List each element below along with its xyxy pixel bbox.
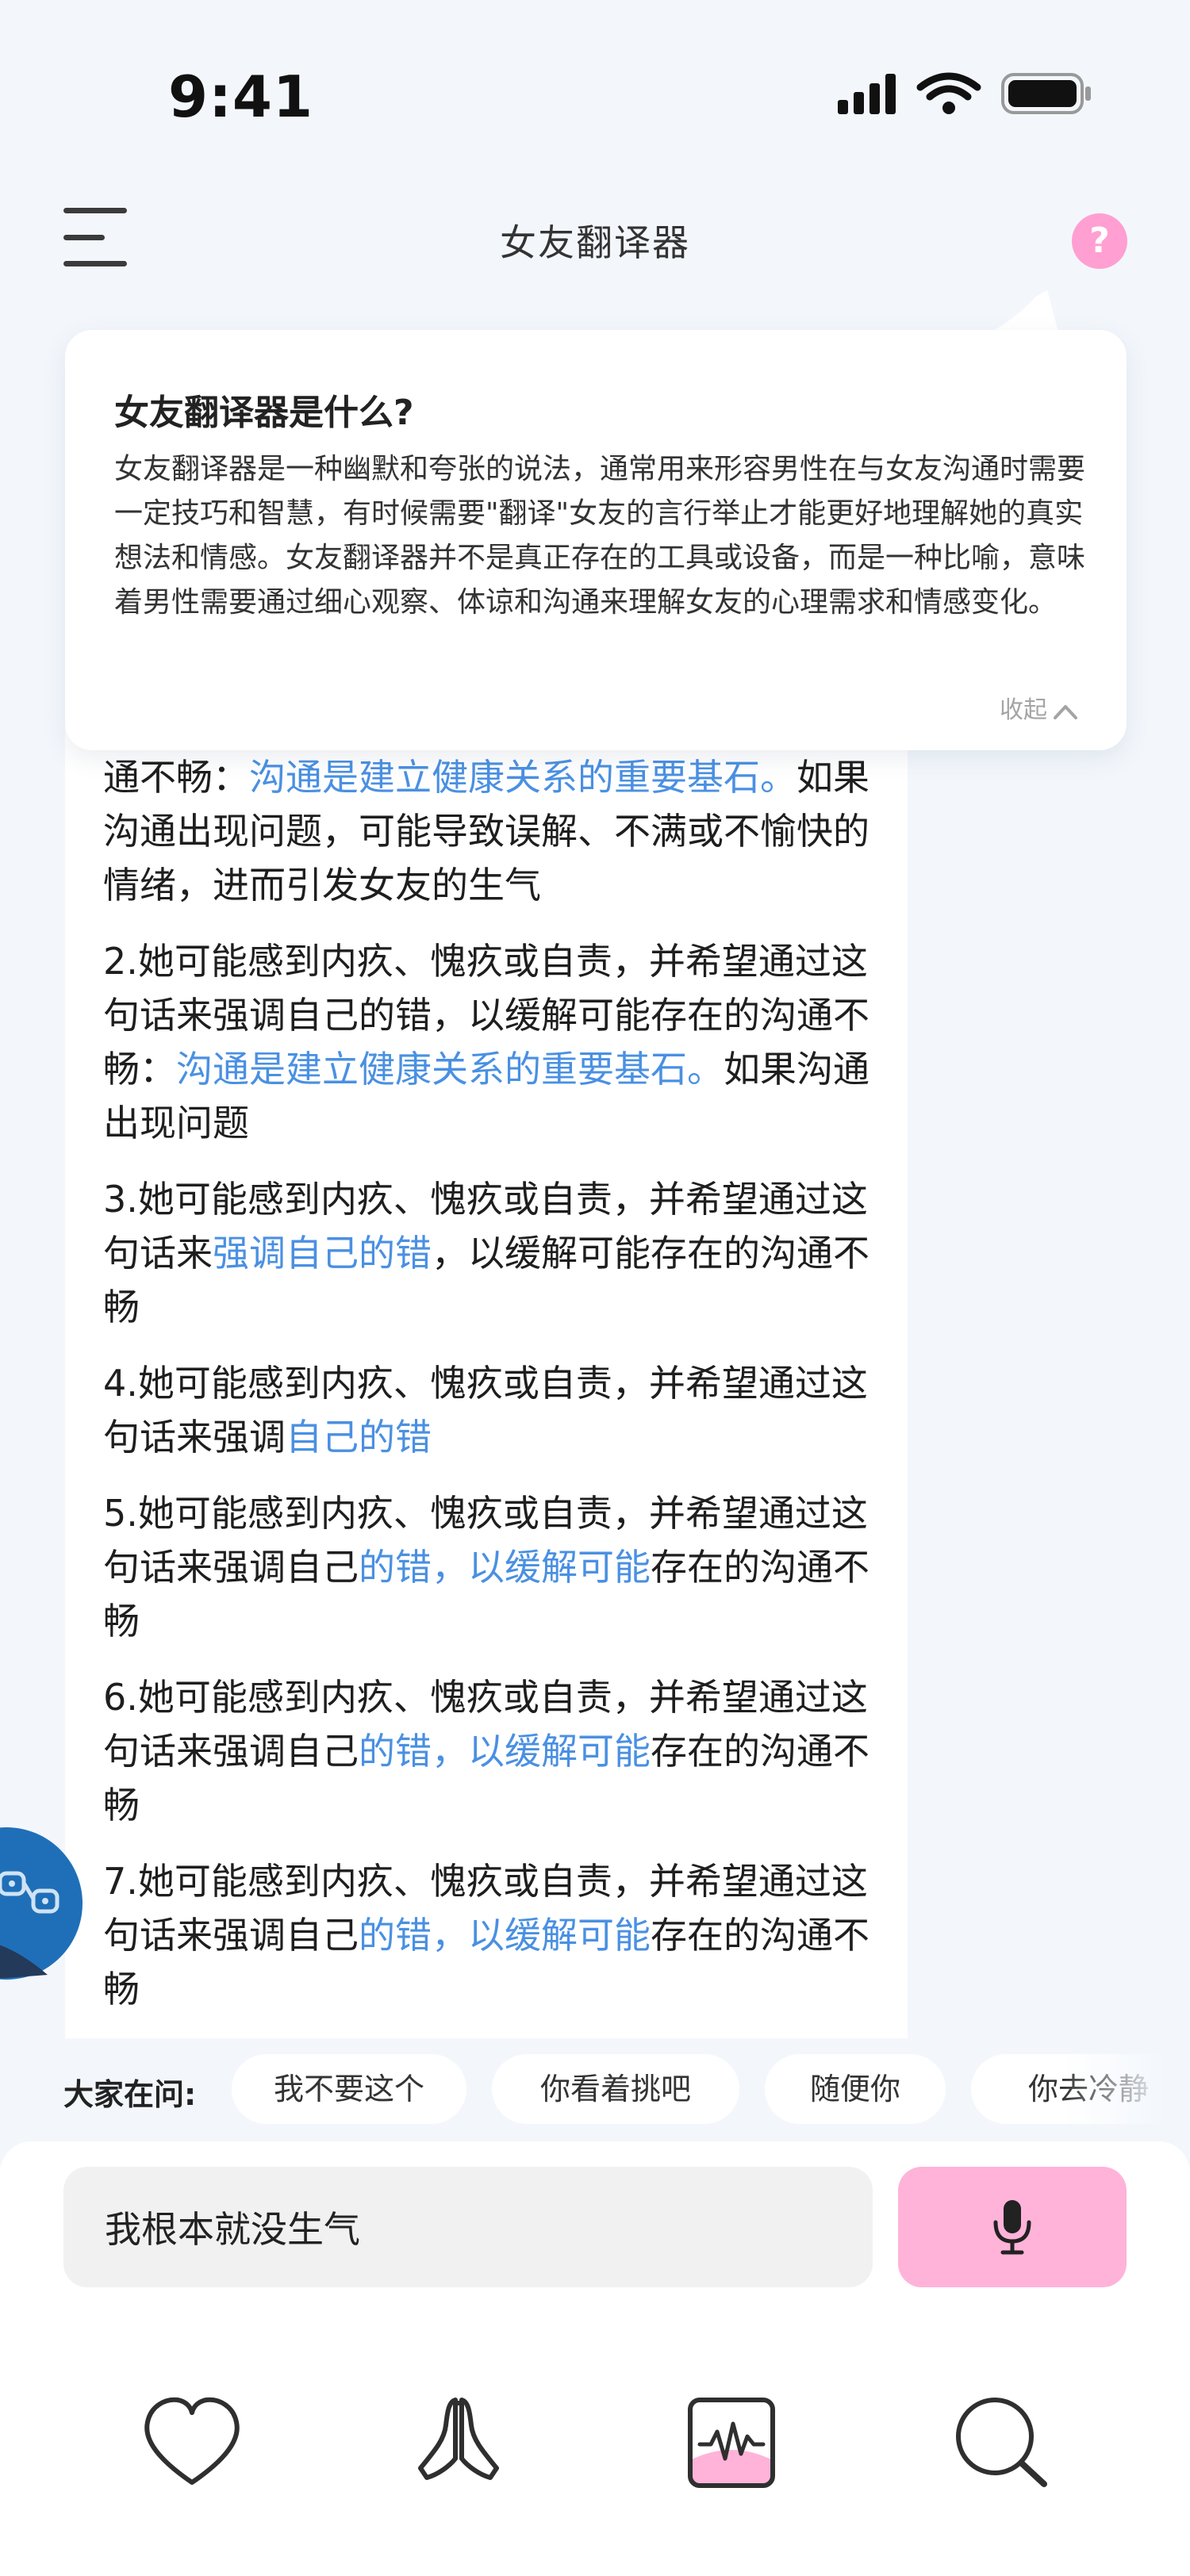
highlight-phrase[interactable]: 的错，以缓解可能 [359, 1730, 651, 1773]
highlight-phrase[interactable]: 沟通是建立健康关系的重要基石。 [249, 756, 797, 799]
voice-button[interactable] [898, 2167, 1127, 2287]
tab-favorites[interactable] [136, 2387, 248, 2498]
avatar[interactable] [0, 1824, 86, 1983]
menu-line [63, 208, 127, 213]
answer-paragraph: 3.她可能感到内疚、愧疚或自责，并希望通过这句话来强调自己的错，以缓解可能存在的… [103, 1178, 869, 1328]
tab-pray[interactable] [403, 2387, 514, 2498]
answer-paragraph: 5.她可能感到内疚、愧疚或自责，并希望通过这句话来强调自己的错，以缓解可能存在的… [103, 1492, 869, 1643]
signal-icon [838, 72, 1091, 114]
app-screen: 9:41 女友翻译器 ? 通不畅：沟通是建立健康关系的重要基石。如果沟通出现问题… [0, 0, 1190, 2576]
help-button[interactable]: ? [1072, 213, 1127, 269]
answer-paragraph: 通不畅：沟通是建立健康关系的重要基石。如果沟通出现问题，可能导致误解、不满或不愉… [103, 756, 869, 907]
answer-paragraph: 2.她可能感到内疚、愧疚或自责，并希望通过这句话来强调自己的错，以缓解可能存在的… [103, 940, 869, 1144]
suggestion-chip[interactable]: 随便你 [765, 2054, 946, 2124]
highlight-phrase[interactable]: 的错，以缓解可能 [359, 1914, 651, 1957]
status-time: 9:41 [168, 63, 314, 130]
answer-paragraph: 4.她可能感到内疚、愧疚或自责，并希望通过这句话来强调自己的错 [103, 1362, 868, 1459]
highlight-phrase[interactable]: 强调自己的错 [213, 1232, 432, 1275]
highlight-phrase[interactable]: 自己的错 [286, 1416, 432, 1459]
answer-paragraph: 7.她可能感到内疚、愧疚或自责，并希望通过这句话来强调自己的错，以缓解可能存在的… [103, 1860, 869, 2011]
message-input[interactable] [63, 2167, 873, 2287]
input-panel [0, 2141, 1190, 2576]
highlight-phrase[interactable]: 沟通是建立健康关系的重要基石。 [176, 1048, 724, 1091]
character-avatar-icon [0, 1827, 83, 1980]
suggestions-row: 大家在问: 我不要这个 你看着挑吧 随便你 你去冷静 [0, 2054, 1190, 2126]
heart-icon [144, 2397, 240, 2485]
chevron-up-icon [1054, 704, 1077, 719]
search-icon [956, 2398, 1047, 2487]
tab-translator[interactable] [676, 2387, 787, 2498]
tab-search[interactable] [946, 2387, 1057, 2498]
suggestion-chip[interactable]: 你去冷静 [971, 2054, 1190, 2124]
microphone-icon [993, 2200, 1031, 2255]
suggestion-chip[interactable]: 我不要这个 [232, 2054, 466, 2124]
popup-body: 女友翻译器是一种幽默和夸张的说法，通常用来形容男性在与女友沟通时需要一定技巧和智… [114, 453, 1086, 619]
suggestion-chip[interactable]: 你看着挑吧 [492, 2054, 739, 2124]
collapse-button[interactable]: 收起 [1000, 690, 1079, 725]
status-icons [833, 70, 1095, 117]
page-title: 女友翻译器 [500, 221, 690, 264]
pray-hands-icon [418, 2398, 499, 2480]
highlight-phrase[interactable]: 的错，以缓解可能 [359, 1546, 651, 1589]
answer-paragraph: 6.她可能感到内疚、愧疚或自责，并希望通过这句话来强调自己的错，以缓解可能存在的… [103, 1676, 869, 1827]
answer-text: 通不畅：沟通是建立健康关系的重要基石。如果沟通出现问题，可能导致误解、不满或不愉… [103, 750, 896, 2038]
waveform-icon [688, 2398, 775, 2488]
info-popup: 女友翻译器是什么? 女友翻译器是一种幽默和夸张的说法，通常用来形容男性在与女友沟… [65, 330, 1127, 750]
suggestions-label: 大家在问: [63, 2077, 197, 2112]
answer-card: 通不畅：沟通是建立健康关系的重要基石。如果沟通出现问题，可能导致误解、不满或不愉… [65, 714, 908, 2038]
collapse-label: 收起 [1000, 696, 1047, 724]
popup-title: 女友翻译器是什么? [114, 393, 414, 433]
